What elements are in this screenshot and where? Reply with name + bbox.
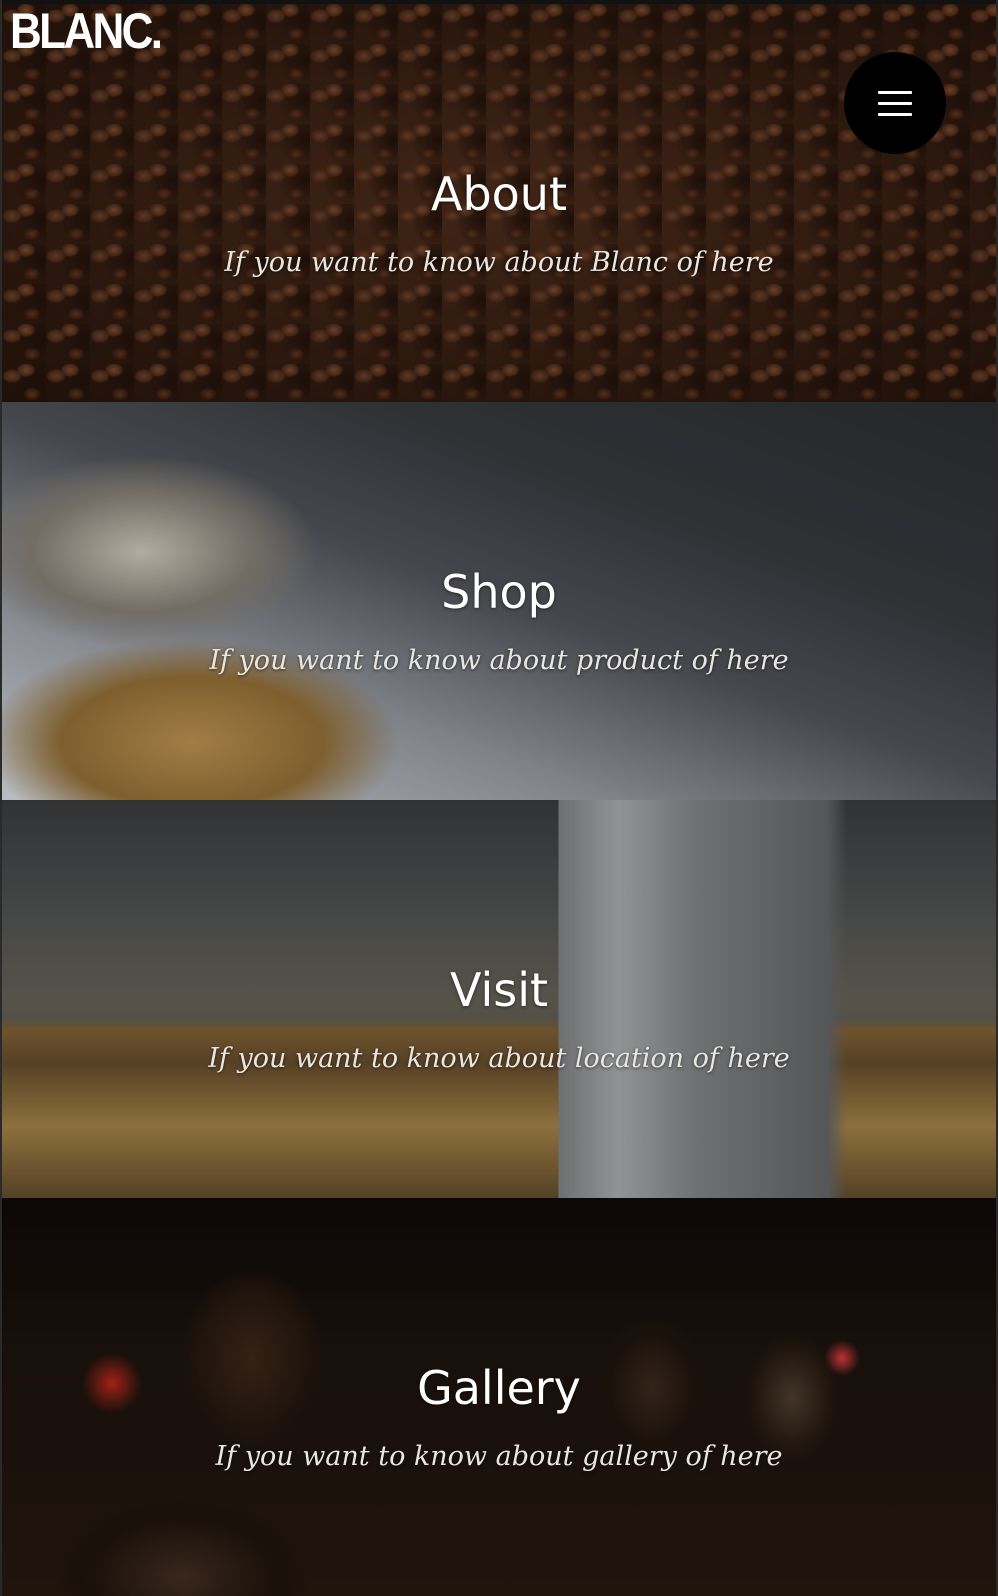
- section-title: Visit: [449, 963, 549, 1017]
- section-subtitle: If you want to know about Blanc of here: [224, 247, 774, 278]
- page: BLANC. About If you want to know about B…: [0, 0, 998, 1596]
- section-subtitle: If you want to know about gallery of her…: [215, 1441, 783, 1472]
- section-subtitle: If you want to know about location of he…: [208, 1043, 790, 1074]
- section-title: Shop: [441, 565, 557, 619]
- section-title: Gallery: [417, 1361, 581, 1415]
- section-about[interactable]: About If you want to know about Blanc of…: [2, 4, 996, 402]
- site-logo[interactable]: BLANC.: [10, 6, 163, 56]
- section-gallery[interactable]: Gallery If you want to know about galler…: [2, 1198, 996, 1596]
- menu-button[interactable]: [844, 52, 946, 154]
- section-visit[interactable]: Visit If you want to know about location…: [2, 800, 996, 1198]
- section-subtitle: If you want to know about product of her…: [209, 645, 789, 676]
- section-title: About: [430, 167, 567, 221]
- section-shop[interactable]: Shop If you want to know about product o…: [2, 402, 996, 800]
